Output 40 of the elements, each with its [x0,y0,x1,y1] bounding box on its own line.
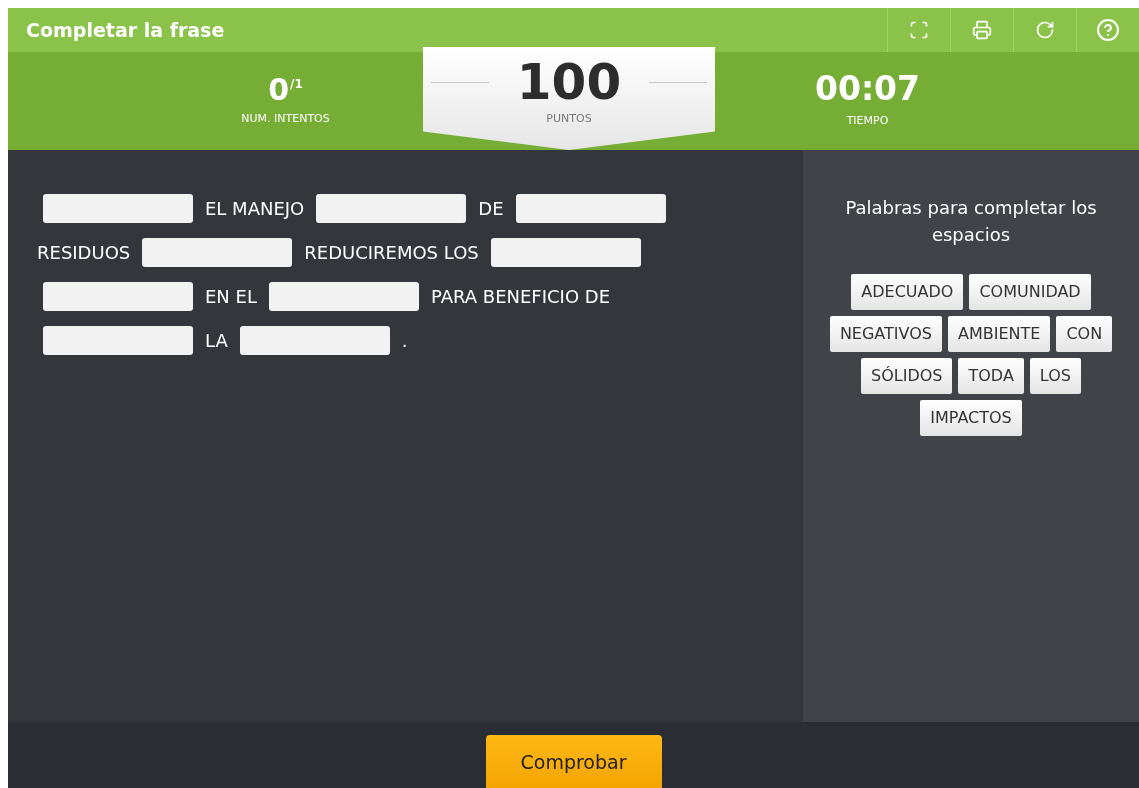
sentence-text: PARA BENEFICIO DE [430,284,611,309]
check-button[interactable]: Comprobar [485,735,662,788]
word-chip[interactable]: SÓLIDOS [861,358,953,394]
blank-field[interactable] [239,325,390,355]
blank-field[interactable] [43,193,193,223]
print-icon [972,20,992,40]
word-chip[interactable]: LOS [1029,358,1081,394]
word-chip[interactable]: TODA [958,358,1024,394]
sentence-text: EN EL [205,284,257,309]
blank-field[interactable] [316,193,467,223]
sentence-text: LA [205,328,228,353]
sentence-text: RESIDUOS [37,240,131,265]
attempts-count: 0 [268,74,290,105]
score-label: PUNTOS [546,111,592,127]
sentence-text: REDUCIREMOS LOS [304,240,479,265]
word-chip[interactable]: IMPACTOS [920,400,1022,436]
sentence-text: . [401,328,408,353]
word-chip[interactable]: AMBIENTE [947,316,1051,352]
blank-field[interactable] [43,281,193,311]
window-title: Completar la frase [26,17,226,43]
reload-icon [1035,20,1055,40]
blank-field[interactable] [142,237,293,267]
score-value: 100 [516,57,622,107]
attempts-total: /1 [290,75,303,93]
sentence-text: EL MANEJO [205,196,305,221]
blank-field[interactable] [268,281,419,311]
word-bank-title: Palabras para completar los espacios [844,196,1098,247]
word-chip[interactable]: COMUNIDAD [969,274,1091,310]
fullscreen-icon [909,20,929,40]
word-chip[interactable]: CON [1056,316,1113,352]
timer-value: 00:07 [814,72,920,106]
blank-field[interactable] [43,325,193,355]
sentence-text: DE [478,196,504,221]
timer-label: TIEMPO [846,113,889,130]
blank-field[interactable] [490,237,641,267]
word-chip[interactable]: ADECUADO [851,274,964,310]
word-chip[interactable]: NEGATIVOS [829,316,942,352]
attempts-label: NUM. INTENTOS [241,110,330,127]
blank-field[interactable] [515,193,666,223]
help-icon [1096,18,1120,42]
